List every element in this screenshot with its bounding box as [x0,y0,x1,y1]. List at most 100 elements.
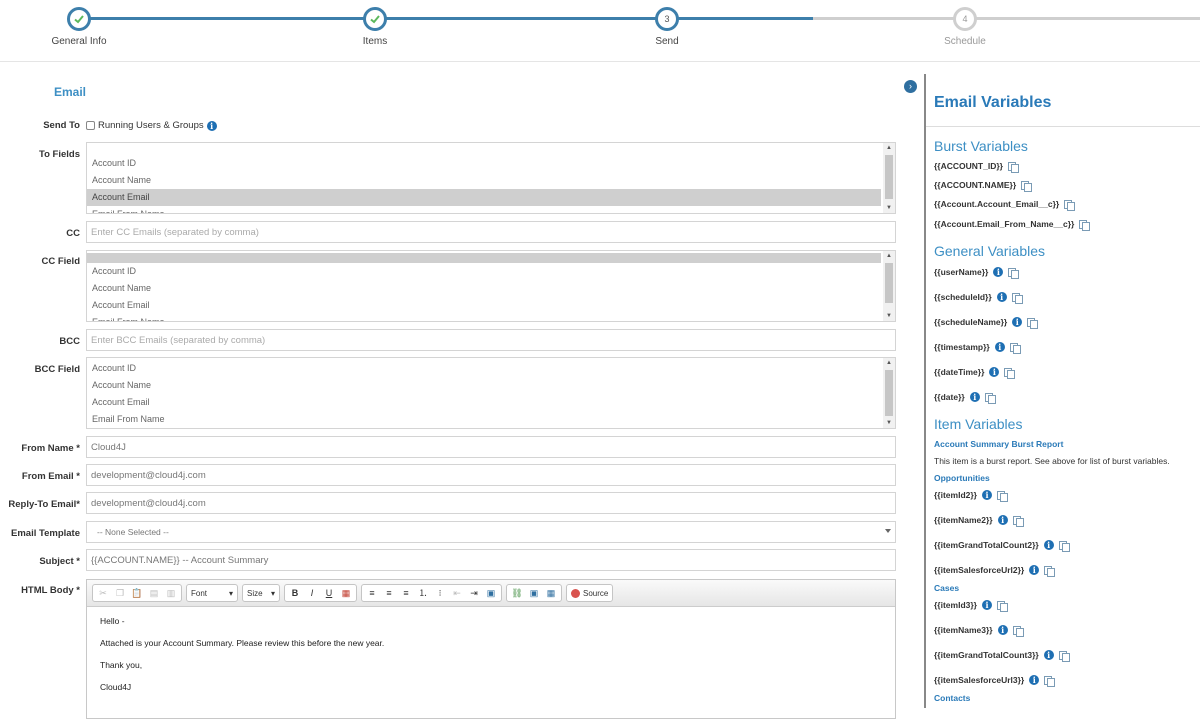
copy-icon[interactable] [1079,219,1091,231]
copy-icon[interactable] [1064,199,1076,211]
copy-icon[interactable] [1027,317,1039,329]
scroll-thumb[interactable] [885,370,893,416]
list-option[interactable]: Account ID [87,360,881,377]
html-body-editor[interactable]: ✂ ❐ 📋 ▤ ▥ Font ▾ Size ▾ B I U ▦ ≡ ≡ ≡ ⒈ … [86,579,896,719]
info-icon[interactable]: i [1029,565,1040,575]
scroll-up-icon[interactable]: ▲ [883,358,895,368]
collapse-sidebar-icon[interactable]: › [904,80,917,93]
copy-icon[interactable] [1058,540,1070,552]
info-icon[interactable]: i [1043,540,1054,550]
info-icon[interactable]: i [1012,317,1023,327]
align-center-icon[interactable]: ≡ [381,586,397,600]
info-icon[interactable]: i [1029,675,1040,685]
size-select[interactable]: Size ▾ [242,584,280,602]
list-option[interactable]: Account Email [87,394,881,411]
info-icon[interactable]: i [982,490,992,500]
list-option-selected[interactable] [87,253,881,263]
outdent-icon[interactable]: ⇤ [449,586,465,600]
bold-button[interactable]: B [287,586,303,600]
image-icon[interactable]: ▣ [483,586,499,600]
list-option[interactable]: Account Email [87,297,881,314]
paste-word-icon[interactable]: ▥ [163,586,179,600]
wizard-step-send[interactable]: 3 Send [617,7,717,47]
copy-icon[interactable] [1044,565,1056,577]
source-button[interactable]: Source [566,584,614,602]
email-template-select[interactable]: -- None Selected -- [86,521,896,543]
scrollbar[interactable]: ▲ ▼ [883,251,895,321]
underline-button[interactable]: U [321,586,337,600]
info-icon[interactable]: i [1043,650,1054,660]
scroll-down-icon[interactable]: ▼ [883,203,895,213]
info-icon[interactable]: i [997,625,1008,635]
info-icon[interactable]: i [993,267,1004,277]
subject-input[interactable]: {{ACCOUNT.NAME}} -- Account Summary [86,549,896,571]
indent-icon[interactable]: ⇥ [466,586,482,600]
info-icon[interactable]: i [994,342,1005,352]
paste-icon[interactable]: 📋 [129,586,145,600]
scroll-down-icon[interactable]: ▼ [883,418,895,428]
list-option[interactable]: Account ID [87,263,881,280]
reply-to-input[interactable]: development@cloud4j.com [86,492,896,514]
scroll-up-icon[interactable]: ▲ [883,251,895,261]
copy-icon[interactable] [1012,515,1024,527]
copy-icon[interactable] [1058,650,1070,662]
align-left-icon[interactable]: ≡ [364,586,380,600]
info-icon[interactable]: i [206,120,217,131]
editor-content[interactable]: Hello - Attached is your Account Summary… [87,607,895,713]
wizard-step-schedule[interactable]: 4 Schedule [915,7,1015,47]
numbered-list-icon[interactable]: ⒈ [415,586,431,600]
info-icon[interactable]: i [982,600,992,610]
list-option[interactable]: Email From Name [87,314,881,321]
embed-icon[interactable]: ▣ [526,586,542,600]
align-right-icon[interactable]: ≡ [398,586,414,600]
cut-icon[interactable]: ✂ [95,586,111,600]
info-icon[interactable]: i [997,515,1008,525]
wizard-step-general-info[interactable]: General Info [29,7,129,47]
info-icon[interactable]: i [989,367,1000,377]
wizard-step-items[interactable]: Items [325,7,425,47]
scrollbar[interactable]: ▲ ▼ [883,143,895,213]
bcc-field-listbox[interactable]: Account ID Account Name Account Email Em… [86,357,896,429]
scroll-up-icon[interactable]: ▲ [883,143,895,153]
info-icon[interactable]: i [969,392,980,402]
cc-field-listbox[interactable]: Account ID Account Name Account Email Em… [86,250,896,322]
copy-icon[interactable] [1008,267,1020,279]
list-option[interactable]: Email From Name [87,206,881,213]
copy-icon[interactable] [1012,625,1024,637]
list-option[interactable]: Account Name [87,377,881,394]
list-option[interactable]: Account ID [87,155,881,172]
running-users-checkbox[interactable] [86,121,95,130]
copy-icon[interactable] [1004,367,1016,379]
copy-icon[interactable] [1021,180,1033,192]
from-name-input[interactable]: Cloud4J [86,436,896,458]
scrollbar[interactable]: ▲ ▼ [883,358,895,428]
bcc-input[interactable]: Enter BCC Emails (separated by comma) [86,329,896,351]
from-email-input[interactable]: development@cloud4j.com [86,464,896,486]
copy-icon[interactable] [997,490,1008,502]
font-select[interactable]: Font ▾ [186,584,238,602]
copy-icon[interactable] [1011,292,1023,304]
scroll-thumb[interactable] [885,263,893,303]
italic-button[interactable]: I [304,586,320,600]
copy-icon[interactable] [1009,342,1021,354]
copy-icon[interactable] [1007,161,1019,173]
bulleted-list-icon[interactable]: ⁝ [432,586,448,600]
scroll-thumb[interactable] [885,155,893,199]
copy-icon[interactable]: ❐ [112,586,128,600]
list-option[interactable]: Account Name [87,172,881,189]
list-option-selected[interactable]: Account Email [87,189,881,206]
cc-input[interactable]: Enter CC Emails (separated by comma) [86,221,896,243]
list-option[interactable]: Email From Name [87,411,881,428]
copy-icon[interactable] [997,600,1008,612]
check-icon [67,7,91,31]
info-icon[interactable]: i [996,292,1007,302]
copy-icon[interactable] [984,392,996,404]
paste-text-icon[interactable]: ▤ [146,586,162,600]
link-icon[interactable]: ⛓ [509,586,525,600]
scroll-down-icon[interactable]: ▼ [883,311,895,321]
text-color-icon[interactable]: ▦ [338,586,354,600]
table-icon[interactable]: ▦ [543,586,559,600]
copy-icon[interactable] [1044,675,1056,687]
to-fields-listbox[interactable]: Account ID Account Name Account Email Em… [86,142,896,214]
list-option[interactable]: Account Name [87,280,881,297]
